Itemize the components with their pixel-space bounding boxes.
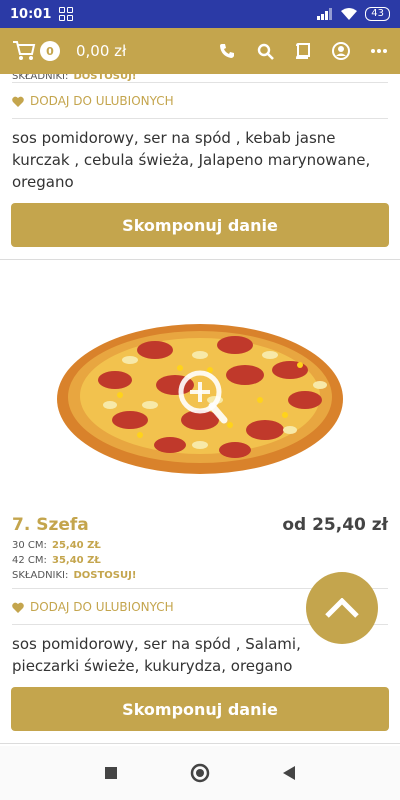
account-icon[interactable] [332,42,350,60]
size-label: 42 CM: [12,555,47,566]
favorite-label: DODAJ DO ULUBIONYCH [30,94,174,108]
divider [12,118,388,119]
book-icon[interactable] [294,42,312,60]
system-nav-bar [0,746,400,800]
pizza-image[interactable] [0,260,400,515]
zoom-icon[interactable] [178,370,226,418]
back-icon[interactable] [282,765,296,781]
arrow-up-icon [325,598,359,618]
cart-icon [13,41,36,60]
search-icon[interactable] [256,42,274,60]
notification-grid-icon [59,7,74,21]
size-price: 25,40 ZŁ [51,540,101,551]
cart-button[interactable]: 0 [12,40,60,62]
ingredients-label: SKŁADNIKI: [12,570,69,581]
recent-apps-icon[interactable] [104,766,118,780]
prev-ingredients-row: SKŁADNIKI: DOSTOSUJ! [0,74,400,82]
customize-link[interactable]: DOSTOSUJ! [73,570,136,581]
heart-icon [12,602,24,613]
menu-list[interactable]: SKŁADNIKI: DOSTOSUJ! DODAJ DO ULUBIONYCH… [0,74,400,746]
compose-dish-button[interactable]: Skomponuj danie [11,687,389,731]
favorite-label: DODAJ DO ULUBIONYCH [30,600,174,614]
ingredients-label: SKŁADNIKI: [12,74,69,82]
phone-icon[interactable] [218,42,236,60]
item-description: sos pomidorowy, ser na spód , kebab jasn… [12,129,371,191]
cart-total: 0,00 zł [76,42,127,60]
scroll-to-top-button[interactable] [306,572,378,644]
customize-link[interactable]: DOSTOSUJ! [73,74,136,82]
size-row: 30 CM: 25,40 ZŁ [12,537,388,552]
size-label: 30 CM: [12,540,47,551]
item-name[interactable]: 7. Szefa [12,515,89,535]
add-favorite-button[interactable]: DODAJ DO ULUBIONYCH [0,94,400,108]
wifi-icon [341,8,358,20]
heart-icon [12,96,24,107]
compose-dish-button[interactable]: Skomponuj danie [11,203,389,247]
status-bar: 10:01 43 [0,0,400,28]
item-price: od 25,40 zł [282,515,388,535]
more-icon[interactable] [370,42,388,60]
app-bar: 0 0,00 zł [0,28,400,74]
home-icon[interactable] [190,763,210,783]
status-time: 10:01 [10,6,52,22]
cart-count-badge: 0 [40,41,60,61]
section-separator [0,743,400,744]
size-price: 35,40 ZŁ [51,555,101,566]
battery-indicator: 43 [365,7,390,21]
item-header: 7. Szefa od 25,40 zł [0,515,400,535]
signal-icon [317,8,333,20]
